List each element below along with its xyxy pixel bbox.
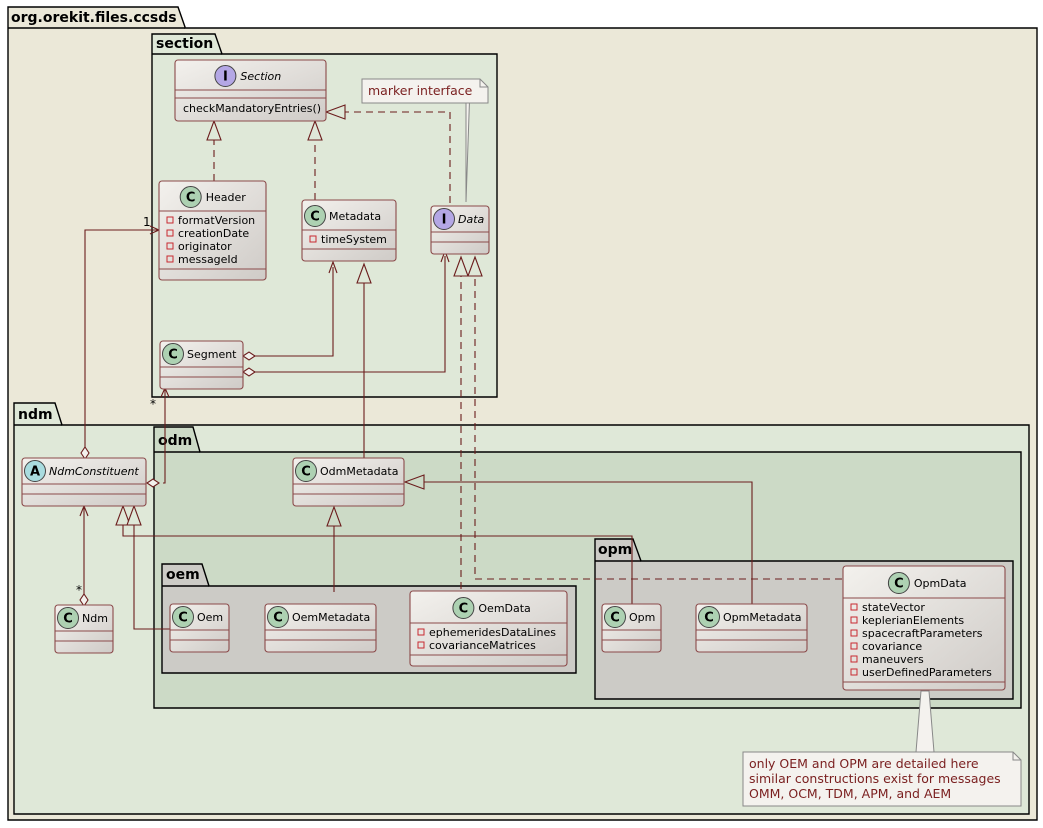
multiplicity-segment: *: [150, 397, 156, 411]
class-name: Segment: [187, 348, 237, 361]
class-oem-data[interactable]: C OemData ephemeridesDataLinescovarianceMa…: [409, 590, 568, 667]
class-attribute: covariance: [862, 640, 922, 653]
class-header[interactable]: C Header formatVersioncreationDateoriginat…: [158, 180, 267, 281]
class-name: OemData: [478, 602, 530, 615]
stereotype-letter: I: [442, 213, 447, 228]
package-odm-label: odm: [158, 433, 192, 449]
stereotype-letter: C: [459, 602, 469, 617]
class-attribute: formatVersion: [178, 214, 255, 227]
class-segment[interactable]: C Segment: [159, 340, 244, 390]
stereotype-letter: C: [168, 348, 178, 363]
class-ndm[interactable]: C Ndm: [54, 604, 114, 654]
note-only-detailed: only OEM and OPM are detailed here simil…: [742, 751, 1022, 807]
stereotype-letter: C: [310, 210, 320, 225]
class-metadata[interactable]: C Metadata timeSystem: [301, 199, 397, 262]
class-attribute: messageId: [178, 253, 238, 266]
class-name: OemMetadata: [292, 611, 370, 624]
class-attribute: keplerianElements: [862, 614, 964, 627]
note-only-line-3: OMM, OCM, TDM, APM, and AEM: [749, 786, 951, 801]
stereotype-letter: C: [610, 611, 620, 626]
stereotype-letter: C: [894, 577, 904, 592]
class-method: checkMandatoryEntries(): [183, 102, 321, 115]
class-name: OpmData: [914, 577, 967, 590]
class-attribute: timeSystem: [321, 233, 387, 246]
class-data[interactable]: I Data: [430, 205, 490, 255]
class-attribute: userDefinedParameters: [862, 666, 992, 679]
class-ndm-constituent[interactable]: A NdmConstituent: [21, 457, 147, 507]
multiplicity-ndm: *: [76, 583, 82, 597]
stereotype-letter: A: [30, 465, 40, 480]
class-oem[interactable]: C Oem: [169, 603, 230, 653]
class-name: Oem: [197, 611, 223, 624]
package-section-label: section: [156, 36, 213, 52]
class-name: Metadata: [329, 210, 381, 223]
stereotype-letter: C: [704, 611, 714, 626]
class-oem-metadata[interactable]: C OemMetadata: [264, 603, 377, 653]
class-attribute: covarianceMatrices: [429, 639, 536, 652]
package-opm-label: opm: [598, 542, 632, 558]
class-name: Ndm: [82, 612, 108, 625]
class-name: NdmConstituent: [49, 465, 139, 478]
class-name: OpmMetadata: [723, 611, 801, 624]
note-only-line-2: similar constructions exist for messages: [749, 771, 1001, 786]
stereotype-letter: C: [273, 611, 283, 626]
class-attribute: creationDate: [178, 227, 249, 240]
note-marker-text: marker interface: [368, 83, 473, 98]
class-name: Header: [206, 191, 247, 204]
class-opm-metadata[interactable]: C OpmMetadata: [695, 603, 808, 653]
stereotype-letter: C: [301, 465, 311, 480]
note-only-line-1: only OEM and OPM are detailed here: [749, 756, 979, 771]
class-odm-metadata[interactable]: C OdmMetadata: [292, 457, 405, 507]
package-root-label: org.orekit.files.ccsds: [11, 10, 177, 26]
class-name: OdmMetadata: [320, 465, 398, 478]
package-oem-label: oem: [166, 567, 200, 583]
class-opm[interactable]: C Opm: [601, 603, 662, 653]
note-marker-interface: marker interface: [361, 78, 489, 104]
class-attribute: spacecraftParameters: [862, 627, 983, 640]
class-opm-data[interactable]: C OpmData stateVectorkeplerianElementsspac…: [842, 565, 1006, 691]
multiplicity-header: 1: [143, 215, 151, 229]
stereotype-letter: I: [223, 70, 228, 85]
class-attribute: maneuvers: [862, 653, 924, 666]
class-name: Opm: [629, 611, 655, 624]
uml-class-diagram: org.orekit.files.ccsds section ndm odm o…: [7, 6, 1038, 821]
class-name: Section: [240, 70, 281, 83]
stereotype-letter: C: [63, 612, 73, 627]
package-ndm-label: ndm: [18, 407, 53, 423]
class-section[interactable]: I Section checkMandatoryEntries(): [174, 59, 327, 122]
class-attribute: stateVector: [862, 601, 925, 614]
class-attribute: ephemeridesDataLines: [429, 626, 556, 639]
stereotype-letter: C: [178, 611, 188, 626]
stereotype-letter: C: [186, 191, 196, 206]
class-name: Data: [458, 213, 485, 226]
class-attribute: originator: [178, 240, 232, 253]
